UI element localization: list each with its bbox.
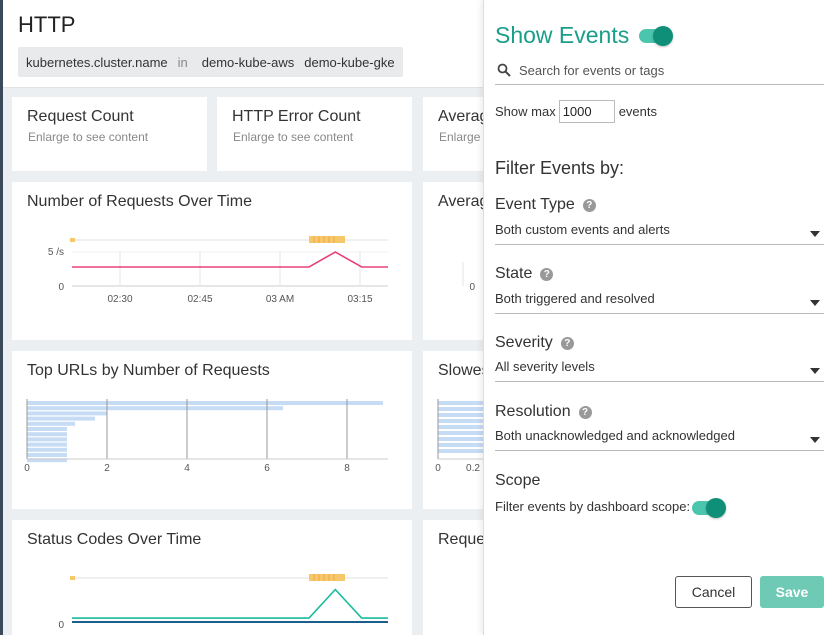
state-label: State? [495,265,554,283]
slowest-bars [438,401,483,453]
x-tick-label: 6 [264,463,270,474]
filter-value: demo-kube-aws [201,54,295,70]
url-bar[interactable] [27,401,383,405]
chevron-down-icon [810,437,820,443]
resolution-select[interactable]: Both unacknowledged and acknowledged [495,425,824,451]
x-tick-label: 03:15 [347,294,372,305]
show-max-row: Show max events [495,99,657,123]
search-icon [497,63,511,77]
x-tick-label: 0 [435,463,441,474]
chevron-down-icon [810,300,820,306]
resolution-label: Resolution? [495,403,592,421]
filter-section-title: Filter Events by: [495,158,625,178]
select-value: Both unacknowledged and acknowledged [495,428,735,443]
field-label-text: State [495,265,533,282]
top-urls-chart: 0 2 4 6 8 [24,399,388,474]
panel-status-codes[interactable]: Status Codes Over Time 0 [12,520,412,635]
x-tick-label: 4 [184,463,190,474]
panel-request-count[interactable]: Request Count Enlarge to see content [12,97,207,171]
scope-filter-chip[interactable]: kubernetes.cluster.name in demo-kube-aws… [18,47,403,77]
panel-requests-over-time[interactable]: Number of Requests Over Time 5 /s 0 02:3… [12,182,412,340]
x-tick-label: 02:30 [107,294,132,305]
help-icon[interactable]: ? [578,405,592,419]
x-tick-label: 0.2 [466,463,480,474]
filter-operator: in [177,54,188,70]
url-bar[interactable] [27,453,67,457]
panel-subtitle: Enlarge t [439,130,488,144]
help-icon[interactable]: ? [582,198,596,212]
field-label-text: Resolution [495,403,571,420]
url-bar[interactable] [27,442,67,447]
save-button[interactable]: Save [760,576,824,608]
event-marker[interactable] [70,238,75,242]
panel-subtitle: Enlarge to see content [233,130,354,144]
panel-top-urls[interactable]: Top URLs by Number of Requests 0 2 4 6 8 [12,351,412,509]
select-value: Both triggered and resolved [495,291,655,306]
requests-series-line [72,251,388,268]
events-label: events [618,103,658,119]
chevron-down-icon [810,231,820,237]
y-tick-label: 0 [58,282,64,293]
severity-select[interactable]: All severity levels [495,356,824,382]
toggle-knob [706,498,726,518]
y-tick-label: 0 [469,282,475,293]
search-input[interactable] [519,59,819,81]
filter-key: kubernetes.cluster.name [26,54,168,70]
events-side-panel: Show Events Show max events Filter Event… [483,0,830,635]
url-bar[interactable] [27,421,75,426]
panel-subtitle: Enlarge to see content [28,130,149,144]
panel-title: Reque [438,531,486,548]
status-codes-chart: 0 [58,574,388,631]
y-tick-label: 0 [58,620,64,631]
show-max-input[interactable] [558,99,615,123]
show-events-toggle[interactable] [639,26,673,46]
page-title: HTTP [18,12,76,37]
event-type-label: Event Type? [495,196,596,214]
requests-chart: 5 /s 0 02:30 02:45 03 AM 03:15 [48,236,388,305]
x-tick-label: 02:45 [187,294,212,305]
field-label-text: Event Type [495,196,575,213]
panel-title: Averag [438,108,489,125]
left-nav-edge [0,0,3,635]
url-bar[interactable] [27,416,95,421]
url-bar[interactable] [27,411,107,416]
panel-title: HTTP Error Count [232,108,361,125]
scope-label: Scope [495,472,540,490]
help-icon[interactable]: ? [560,336,574,350]
select-value: Both custom events and alerts [495,222,670,237]
toggle-knob [653,26,673,46]
status-series-line [72,588,388,619]
filter-value: demo-kube-gke [304,54,395,70]
state-select[interactable]: Both triggered and resolved [495,288,824,314]
x-tick-label: 03 AM [266,294,294,305]
cancel-button[interactable]: Cancel [675,576,752,608]
event-type-select[interactable]: Both custom events and alerts [495,219,824,245]
side-panel-title: Show Events [495,22,630,48]
url-bar[interactable] [27,432,67,437]
scope-description: Filter events by dashboard scope: [495,499,691,514]
panel-title: Request Count [27,108,134,125]
severity-label: Severity? [495,334,574,352]
x-tick-label: 2 [104,463,110,474]
scope-filter-toggle[interactable] [692,498,726,518]
select-value: All severity levels [495,359,595,374]
field-label-text: Severity [495,334,553,351]
url-bar[interactable] [27,427,67,431]
x-tick-label: 8 [344,463,350,474]
y-tick-label: 5 /s [48,247,64,258]
chevron-down-icon [810,368,820,374]
panel-http-error-count[interactable]: HTTP Error Count Enlarge to see content [217,97,412,171]
field-label-text: Scope [495,472,541,489]
url-bar[interactable] [27,447,67,452]
url-bar[interactable] [27,437,67,442]
x-tick-label: 0 [24,463,30,474]
show-max-label: Show max [495,103,556,119]
url-bar[interactable] [27,406,283,411]
event-marker[interactable] [70,576,75,580]
event-search [495,56,824,85]
help-icon[interactable]: ? [540,267,554,281]
